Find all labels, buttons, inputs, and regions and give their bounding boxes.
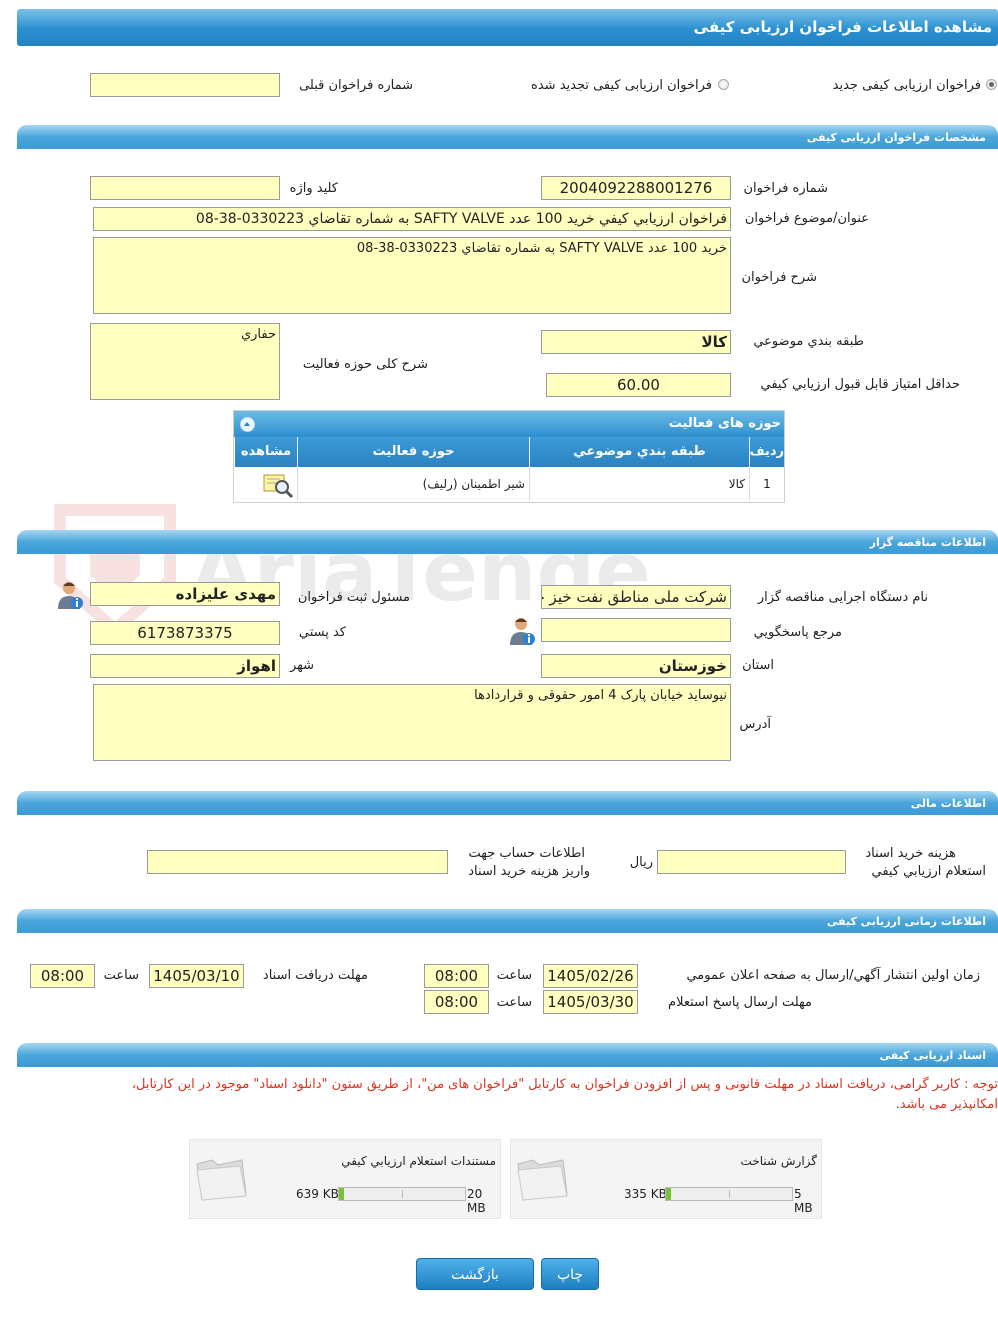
receive-time-label: ساعت bbox=[103, 968, 139, 983]
timing-section-header: اطلاعات زمانی ارزیابی کیفی bbox=[17, 909, 998, 933]
document-card-report[interactable]: گزارش شناخت 335 KB 5 MB bbox=[510, 1139, 822, 1219]
province-label: استان bbox=[742, 658, 774, 673]
prev-number-field[interactable] bbox=[90, 73, 280, 97]
fee-label-line2: استعلام ارزيابي کيفي bbox=[871, 864, 987, 879]
number-label: شماره فراخوان bbox=[743, 181, 829, 196]
timing-section-title: اطلاعات زمانی ارزیابی کیفی bbox=[826, 915, 986, 928]
document-max-size: 5 MB bbox=[794, 1187, 813, 1215]
user-info-icon[interactable] bbox=[55, 579, 87, 611]
row-category: كالا bbox=[529, 467, 749, 501]
col-field: حوزه فعالیت bbox=[297, 437, 529, 467]
address-field[interactable]: نيوسايد خيابان پارک 4 امور حقوقی و قرارد… bbox=[93, 684, 731, 761]
fee-field[interactable] bbox=[657, 850, 846, 874]
view-magnifier-icon[interactable] bbox=[262, 469, 296, 499]
number-field[interactable]: 2004092288001276 bbox=[541, 176, 731, 200]
organizer-section-header: اطلاعات مناقصه گزار bbox=[17, 530, 998, 554]
view-cell bbox=[234, 467, 297, 501]
registrar-field[interactable]: مهدی علیزاده bbox=[90, 582, 280, 606]
activities-grid-header: حوزه های فعالیت bbox=[234, 411, 784, 437]
financial-section-header: اطلاعات مالی bbox=[17, 791, 998, 815]
city-field[interactable]: اهواز bbox=[90, 654, 280, 678]
keyword-label: کلید واژه bbox=[289, 181, 338, 196]
spec-section-title: مشخصات فراخوان ارزیابی کیفی bbox=[806, 131, 986, 144]
reply-time-field[interactable]: 08:00 bbox=[424, 990, 489, 1014]
document-size: 335 KB bbox=[624, 1187, 667, 1201]
prev-number-label: شماره فراخوان قبلی bbox=[299, 78, 413, 93]
fee-label-line1: هزينه خريد اسناد bbox=[865, 846, 956, 861]
currency-label: ريال bbox=[629, 855, 653, 870]
receive-date-field[interactable]: 1405/03/10 bbox=[149, 964, 244, 988]
collapse-icon[interactable] bbox=[240, 417, 255, 432]
document-title: مستندات استعلام ارزيابي کيفي bbox=[341, 1154, 496, 1168]
account-label-line2: واريز هزينه خريد اسناد bbox=[468, 864, 590, 879]
subject-label: عنوان/موضوع فراخوان bbox=[744, 211, 869, 226]
folder-icon bbox=[196, 1159, 247, 1201]
row-number: 1 bbox=[749, 467, 784, 501]
receive-label: مهلت دریافت اسناد bbox=[262, 968, 368, 983]
account-field[interactable] bbox=[147, 850, 448, 874]
col-row: رديف bbox=[749, 437, 784, 467]
organizer-section-title: اطلاعات مناقصه گزار bbox=[869, 536, 986, 549]
radio-new-label: فراخوان ارزیابی کیفی جدید bbox=[832, 78, 981, 93]
publish-time-label: ساعت bbox=[496, 968, 532, 983]
activities-grid: حوزه های فعالیت رديف طبقه بندي موضوعي حو… bbox=[233, 410, 785, 503]
col-view: مشاهده bbox=[234, 437, 297, 467]
province-field[interactable]: خوزستان bbox=[541, 654, 731, 678]
progress-fill bbox=[339, 1188, 345, 1200]
page-header: مشاهده اطلاعات فراخوان ارزیابی کیفی bbox=[17, 9, 998, 46]
financial-section-title: اطلاعات مالی bbox=[910, 797, 986, 810]
responder-label: مرجع پاسخگويي bbox=[753, 625, 842, 640]
receive-time-field[interactable]: 08:00 bbox=[30, 964, 95, 988]
document-title: گزارش شناخت bbox=[740, 1154, 817, 1168]
publish-time-field[interactable]: 08:00 bbox=[424, 964, 489, 988]
reply-date-field[interactable]: 1405/03/30 bbox=[543, 990, 638, 1014]
responder-info-icon[interactable] bbox=[507, 615, 539, 647]
city-label: شهر bbox=[289, 658, 314, 673]
document-progress bbox=[338, 1187, 466, 1201]
document-card-inquiry[interactable]: مستندات استعلام ارزيابي کيفي 639 KB 20 M… bbox=[189, 1139, 501, 1219]
activity-desc-label: شرح کلی حوزه فعالیت bbox=[302, 357, 428, 372]
document-progress bbox=[665, 1187, 793, 1201]
row-field: شير اطمينان (رليف) bbox=[297, 467, 529, 501]
min-score-label: حداقل امتیاز قابل قبول ارزيابي کيفي bbox=[760, 377, 960, 392]
postal-label: کد پستي bbox=[298, 625, 346, 640]
spec-section-header: مشخصات فراخوان ارزیابی کیفی bbox=[17, 125, 998, 149]
progress-fill bbox=[666, 1188, 672, 1200]
category-field[interactable]: كالا bbox=[541, 330, 731, 354]
address-label: آدرس bbox=[739, 717, 771, 732]
radio-renewed-label: فراخوان ارزیابی کیفی تجدید شده bbox=[531, 78, 712, 93]
publish-date-field[interactable]: 1405/02/26 bbox=[543, 964, 638, 988]
category-label: طبقه بندي موضوعي bbox=[753, 334, 864, 349]
documents-note-line1: توجه : کاربر گرامی، دریافت اسناد در مهلت… bbox=[131, 1077, 998, 1092]
back-button[interactable]: بازگشت bbox=[416, 1258, 534, 1290]
responder-field[interactable] bbox=[541, 618, 731, 642]
print-button[interactable]: چاپ bbox=[541, 1258, 599, 1290]
activity-desc-field[interactable]: حفاري bbox=[90, 323, 280, 400]
keyword-field[interactable] bbox=[90, 176, 280, 200]
publish-label: زمان اولین انتشار آگهي/ارسال به صفحه اعل… bbox=[686, 968, 980, 983]
page-title: مشاهده اطلاعات فراخوان ارزیابی کیفی bbox=[693, 18, 992, 36]
radio-renewed[interactable] bbox=[718, 79, 729, 90]
subject-field[interactable]: فراخوان ارزيابي كيفي خريد 100 عدد SAFTY … bbox=[93, 207, 731, 231]
min-score-field[interactable]: 60.00 bbox=[546, 373, 731, 397]
documents-note-line2: امکانپذیر می باشد. bbox=[895, 1097, 998, 1112]
org-label: نام دستگاه اجرایی مناقصه گزار bbox=[757, 590, 928, 605]
reply-time-label: ساعت bbox=[496, 995, 532, 1010]
col-category: طبقه بندي موضوعي bbox=[529, 437, 749, 467]
document-max-size: 20 MB bbox=[467, 1187, 486, 1215]
documents-section-title: اسناد ارزیابی کیفی bbox=[879, 1049, 986, 1062]
desc-label: شرح فراخوان bbox=[741, 270, 818, 285]
reply-label: مهلت ارسال پاسخ استعلام bbox=[668, 995, 812, 1010]
registrar-label: مسئول ثبت فراخوان bbox=[297, 590, 410, 605]
org-field[interactable]: شرکت ملی مناطق نفت خیز جنوب bbox=[541, 585, 731, 609]
folder-icon bbox=[517, 1159, 568, 1201]
account-label-line1: اطلاعات حساب جهت bbox=[468, 846, 585, 861]
postal-field[interactable]: 6173873375 bbox=[90, 621, 280, 645]
documents-section-header: اسناد ارزیابی کیفی bbox=[17, 1043, 998, 1067]
desc-field[interactable]: خريد 100 عدد SAFTY VALVE به شماره تقاضاي… bbox=[93, 237, 731, 314]
document-size: 639 KB bbox=[296, 1187, 339, 1201]
activities-grid-title: حوزه های فعالیت bbox=[668, 416, 781, 431]
radio-new[interactable] bbox=[986, 79, 997, 90]
